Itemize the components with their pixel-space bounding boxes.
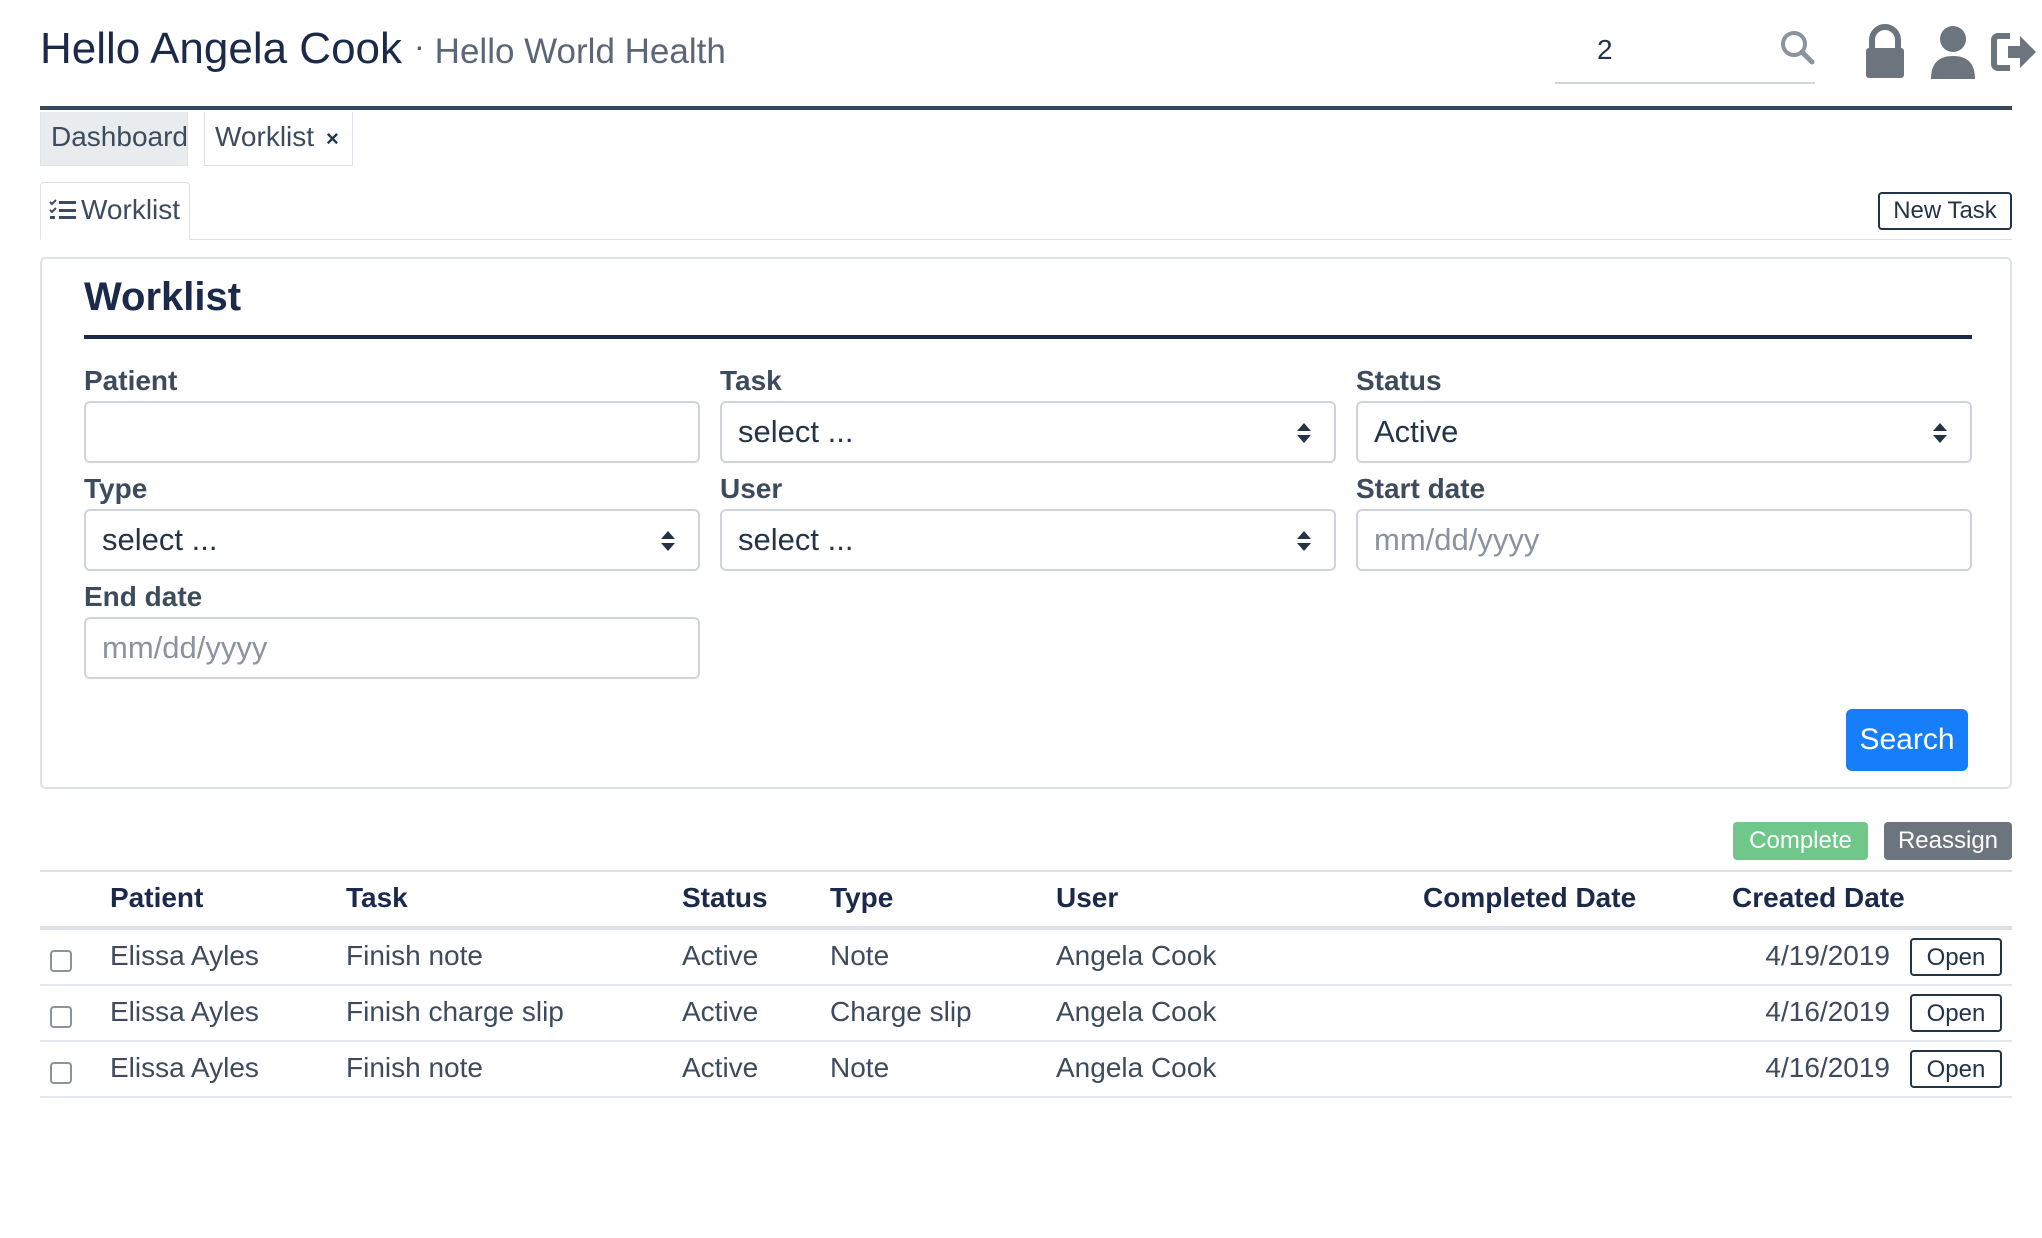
sort-caret-icon (1297, 423, 1311, 443)
search-button[interactable]: Search (1846, 709, 1968, 771)
column-header-type[interactable]: Type (830, 882, 893, 914)
column-header-task[interactable]: Task (346, 882, 408, 914)
search-icon[interactable] (1779, 28, 1815, 68)
close-icon[interactable]: × (326, 126, 339, 151)
app-header: Hello Angela Cook · Hello World Health 2 (40, 0, 2036, 110)
patient-label: Patient (84, 365, 178, 396)
column-header-created-date[interactable]: Created Date (1732, 882, 1905, 914)
title-separator: · (414, 28, 425, 64)
cell-created-date: 4/16/2019 (1765, 1052, 1890, 1083)
open-button[interactable]: Open (1910, 994, 2002, 1032)
patient-input[interactable] (84, 401, 700, 463)
type-select[interactable]: select ... (84, 509, 700, 571)
cell-status: Active (682, 996, 759, 1027)
cell-user: Angela Cook (1056, 996, 1217, 1027)
type-select-value: select ... (102, 522, 218, 557)
user-icon[interactable] (1928, 24, 1978, 80)
row-checkbox[interactable] (50, 1062, 72, 1084)
sort-caret-icon (1933, 423, 1947, 443)
tab-label: Dashboard (51, 121, 188, 152)
end-date-input[interactable]: mm/dd/yyyy (84, 617, 700, 679)
logout-icon[interactable] (1990, 24, 2040, 80)
cell-user: Angela Cook (1056, 940, 1217, 971)
sort-caret-icon (1297, 531, 1311, 551)
cell-status: Active (682, 1052, 759, 1083)
status-select[interactable]: Active (1356, 401, 1972, 463)
column-header-patient[interactable]: Patient (110, 882, 203, 914)
cell-created-date: 4/19/2019 (1765, 940, 1890, 971)
open-button[interactable]: Open (1910, 1050, 2002, 1088)
card-title: Worklist (84, 275, 242, 319)
lock-icon[interactable] (1860, 24, 1910, 80)
status-select-value: Active (1374, 414, 1459, 449)
cell-type: Charge slip (830, 996, 972, 1027)
reassign-button[interactable]: Reassign (1884, 822, 2012, 860)
user-label: User (720, 473, 783, 504)
table-row: Elissa Ayles Finish note Active Note Ang… (40, 1042, 2012, 1098)
tab-label: Worklist (215, 121, 315, 152)
column-header-completed-date[interactable]: Completed Date (1423, 882, 1636, 914)
task-select[interactable]: select ... (720, 401, 1336, 463)
header-search-value[interactable]: 2 (1597, 34, 1613, 66)
worklist-table: Patient Task Status Type User Completed … (40, 870, 2012, 1098)
row-checkbox[interactable] (50, 1006, 72, 1028)
tab-worklist[interactable]: Worklist × (204, 112, 353, 166)
cell-patient: Elissa Ayles (110, 940, 259, 971)
user-select[interactable]: select ... (720, 509, 1336, 571)
cell-task: Finish note (346, 1052, 483, 1083)
organization-name: Hello World Health (434, 32, 726, 71)
status-label: Status (1356, 365, 1442, 396)
cell-type: Note (830, 940, 890, 971)
task-select-value: select ... (738, 414, 854, 449)
task-label: Task (720, 365, 782, 396)
title-divider (84, 335, 1972, 339)
page: Hello Angela Cook ·Hello World Health 2 (0, 0, 2042, 1238)
cell-user: Angela Cook (1056, 1052, 1217, 1083)
task-list-icon (49, 185, 77, 219)
type-label: Type (84, 473, 148, 504)
column-header-user[interactable]: User (1056, 882, 1118, 914)
user-select-value: select ... (738, 522, 854, 557)
end-date-label: End date (84, 581, 203, 612)
table-row: Elissa Ayles Finish note Active Note Ang… (40, 930, 2012, 986)
complete-button[interactable]: Complete (1733, 822, 1868, 860)
new-task-button[interactable]: New Task (1878, 192, 2012, 230)
tab-dashboard[interactable]: Dashboard (40, 112, 188, 166)
start-date-input[interactable]: mm/dd/yyyy (1356, 509, 1972, 571)
worklist-filter-card: Worklist Patient Task select ... Status … (40, 257, 2012, 789)
cell-patient: Elissa Ayles (110, 996, 259, 1027)
cell-status: Active (682, 940, 759, 971)
header-search-input[interactable]: 2 (1555, 24, 1815, 84)
sort-caret-icon (661, 531, 675, 551)
greeting-text: Hello Angela Cook (40, 24, 403, 73)
start-date-label: Start date (1356, 473, 1486, 504)
open-button[interactable]: Open (1910, 938, 2002, 976)
cell-patient: Elissa Ayles (110, 1052, 259, 1083)
cell-task: Finish charge slip (346, 996, 564, 1027)
page-title: Hello Angela Cook · Hello World Health (40, 24, 726, 74)
column-header-status[interactable]: Status (682, 882, 768, 914)
cell-created-date: 4/16/2019 (1765, 996, 1890, 1027)
subtab-label: Worklist (81, 194, 181, 225)
table-header: Patient Task Status Type User Completed … (40, 872, 2012, 930)
subtab-bar: Worklist New Task (40, 182, 2012, 240)
row-checkbox[interactable] (50, 950, 72, 972)
cell-type: Note (830, 1052, 890, 1083)
cell-task: Finish note (346, 940, 483, 971)
subtab-worklist[interactable]: Worklist (40, 182, 190, 240)
table-row: Elissa Ayles Finish charge slip Active C… (40, 986, 2012, 1042)
